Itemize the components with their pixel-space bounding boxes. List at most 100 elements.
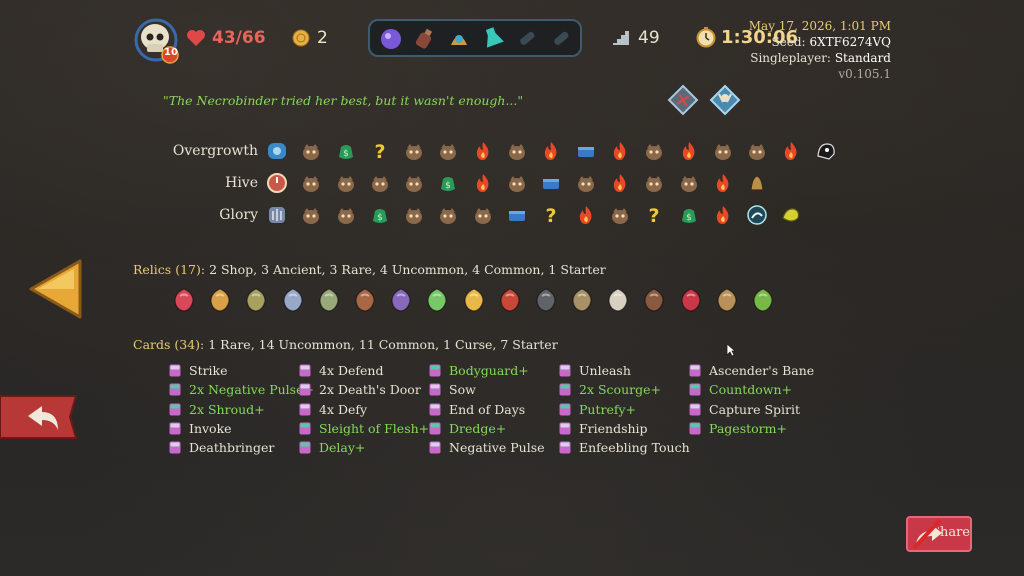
relic-item[interactable] xyxy=(568,285,596,315)
enemy-portrait-icon[interactable] xyxy=(667,84,699,116)
card-entry[interactable]: Pagestorm+ xyxy=(689,419,814,438)
map-node-monster[interactable] xyxy=(300,140,322,162)
map-node-monster[interactable] xyxy=(403,140,425,162)
relic-item[interactable] xyxy=(279,285,307,315)
map-node-boss-black[interactable] xyxy=(815,140,837,162)
map-node-elite[interactable] xyxy=(575,204,597,226)
map-node-ancient-blue[interactable] xyxy=(266,140,288,162)
map-node-boss-teal[interactable] xyxy=(746,204,768,226)
relic-item[interactable] xyxy=(460,285,488,315)
map-node-elite[interactable] xyxy=(712,204,734,226)
map-node-monster[interactable] xyxy=(403,204,425,226)
map-node-unknown[interactable]: ? xyxy=(369,140,391,162)
potion-slot-5[interactable] xyxy=(512,23,542,53)
map-node-unknown[interactable]: ? xyxy=(643,204,665,226)
map-node-monster[interactable] xyxy=(335,204,357,226)
map-node-elite[interactable] xyxy=(540,140,562,162)
relic-item[interactable] xyxy=(532,285,560,315)
map-node-elite[interactable] xyxy=(780,140,802,162)
map-node-chest[interactable] xyxy=(506,204,528,226)
map-node-monster[interactable] xyxy=(643,172,665,194)
card-entry[interactable]: Deathbringer xyxy=(169,438,314,457)
relic-item[interactable] xyxy=(496,285,524,315)
card-entry[interactable]: Bodyguard+ xyxy=(429,361,545,380)
relic-item[interactable] xyxy=(351,285,379,315)
map-node-shop[interactable]: $ xyxy=(335,140,357,162)
relic-item[interactable] xyxy=(713,285,741,315)
card-entry[interactable]: Sow xyxy=(429,380,545,399)
map-node-chest[interactable] xyxy=(540,172,562,194)
map-node-monster[interactable] xyxy=(300,204,322,226)
map-node-boss-bell[interactable] xyxy=(746,172,768,194)
map-node-monster[interactable] xyxy=(437,140,459,162)
relic-item[interactable] xyxy=(640,285,668,315)
map-node-shop[interactable]: $ xyxy=(437,172,459,194)
map-node-monster[interactable] xyxy=(369,172,391,194)
card-entry[interactable]: Enfeebling Touch xyxy=(559,438,690,457)
relic-item[interactable] xyxy=(604,285,632,315)
map-node-monster[interactable] xyxy=(609,204,631,226)
card-entry[interactable]: Ascender's Bane xyxy=(689,361,814,380)
card-entry[interactable]: Negative Pulse xyxy=(429,438,545,457)
map-node-shop[interactable]: $ xyxy=(369,204,391,226)
map-node-monster[interactable] xyxy=(506,140,528,162)
previous-run-button[interactable] xyxy=(28,258,84,324)
card-entry[interactable]: Putrefy+ xyxy=(559,400,690,419)
card-entry[interactable]: 2x Shroud+ xyxy=(169,400,314,419)
map-node-elite[interactable] xyxy=(678,140,700,162)
map-node-elite[interactable] xyxy=(609,172,631,194)
card-entry[interactable]: Sleight of Flesh+ xyxy=(299,419,429,438)
relic-item[interactable] xyxy=(170,285,198,315)
map-node-elite[interactable] xyxy=(712,172,734,194)
card-entry[interactable]: Capture Spirit xyxy=(689,400,814,419)
map-node-monster[interactable] xyxy=(506,172,528,194)
card-entry[interactable]: Unleash xyxy=(559,361,690,380)
map-node-boss-yellow[interactable] xyxy=(780,204,802,226)
map-node-monster[interactable] xyxy=(335,172,357,194)
map-node-elite[interactable] xyxy=(609,140,631,162)
relic-item[interactable] xyxy=(315,285,343,315)
enemy-portrait-icon[interactable] xyxy=(709,84,741,116)
relic-item[interactable] xyxy=(387,285,415,315)
map-node-monster[interactable] xyxy=(403,172,425,194)
relic-item[interactable] xyxy=(677,285,705,315)
map-node-monster[interactable] xyxy=(643,140,665,162)
map-node-monster[interactable] xyxy=(300,172,322,194)
relic-item[interactable] xyxy=(423,285,451,315)
map-node-ancient-grey[interactable] xyxy=(266,204,288,226)
potion-slot-4[interactable] xyxy=(478,23,508,53)
potion-slot-3[interactable] xyxy=(444,23,474,53)
card-entry[interactable]: 2x Death's Door xyxy=(299,380,429,399)
relic-item[interactable] xyxy=(749,285,777,315)
back-button[interactable] xyxy=(0,392,82,446)
potion-slot-1[interactable] xyxy=(376,23,406,53)
relic-item[interactable] xyxy=(206,285,234,315)
card-entry[interactable]: Friendship xyxy=(559,419,690,438)
potion-slot-6[interactable] xyxy=(546,23,576,53)
map-node-monster[interactable] xyxy=(746,140,768,162)
map-node-monster[interactable] xyxy=(437,204,459,226)
card-entry[interactable]: Delay+ xyxy=(299,438,429,457)
map-node-elite[interactable] xyxy=(472,172,494,194)
card-entry[interactable]: Dredge+ xyxy=(429,419,545,438)
card-entry[interactable]: 2x Scourge+ xyxy=(559,380,690,399)
map-node-monster[interactable] xyxy=(575,172,597,194)
card-entry[interactable]: Strike xyxy=(169,361,314,380)
card-entry[interactable]: 4x Defend xyxy=(299,361,429,380)
map-node-monster[interactable] xyxy=(472,204,494,226)
map-node-monster[interactable] xyxy=(712,140,734,162)
card-entry[interactable]: 4x Defy xyxy=(299,400,429,419)
map-node-elite[interactable] xyxy=(472,140,494,162)
map-node-monster[interactable] xyxy=(678,172,700,194)
share-button[interactable]: Share xyxy=(906,516,972,556)
relic-item[interactable] xyxy=(242,285,270,315)
map-node-unknown[interactable]: ? xyxy=(540,204,562,226)
card-entry[interactable]: Invoke xyxy=(169,419,314,438)
map-node-shop[interactable]: $ xyxy=(678,204,700,226)
map-node-ancient-clock[interactable] xyxy=(266,172,288,194)
card-entry[interactable]: Countdown+ xyxy=(689,380,814,399)
potion-slot-2[interactable] xyxy=(410,23,440,53)
card-entry[interactable]: End of Days xyxy=(429,400,545,419)
card-entry[interactable]: 2x Negative Pulse+ xyxy=(169,380,314,399)
map-node-chest[interactable] xyxy=(575,140,597,162)
